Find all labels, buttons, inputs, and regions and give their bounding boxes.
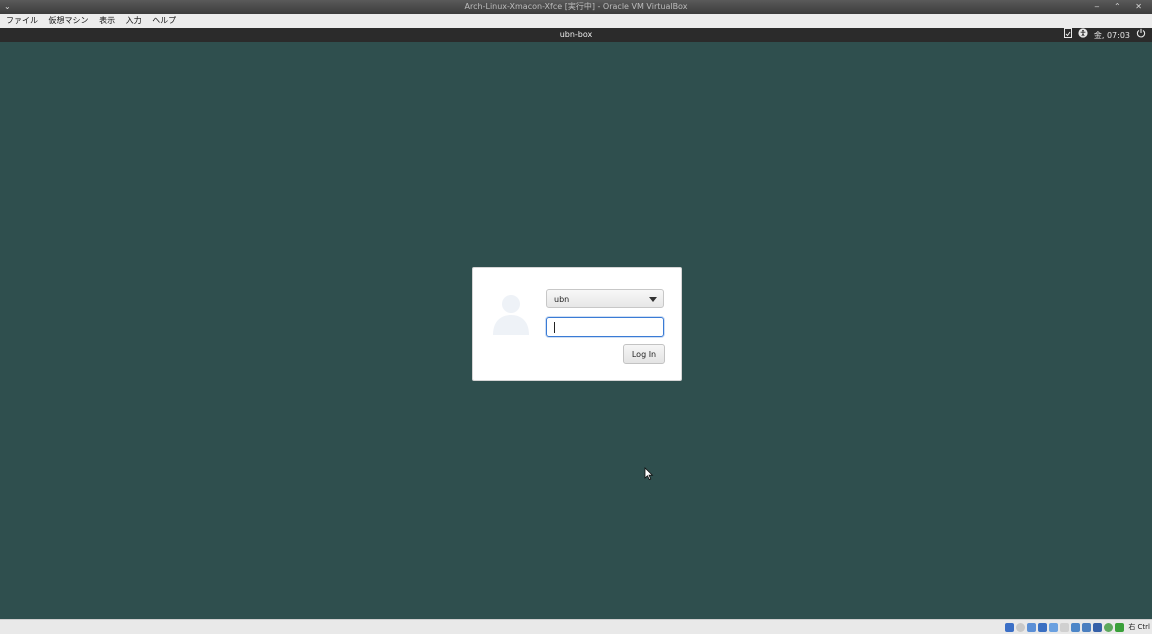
video-capture-icon[interactable] (1082, 622, 1092, 632)
vbox-menubar: ファイル 仮想マシン 表示 入力 ヘルプ (0, 14, 1152, 29)
window-titlebar: ⌄ Arch-Linux-Xmacon-Xfce [実行中] - Oracle … (0, 0, 1152, 14)
mouse-integration-icon[interactable] (1115, 622, 1125, 632)
shared-folders-icon[interactable] (1060, 622, 1070, 632)
login-dialog: ubn Log In (472, 267, 682, 381)
audio-icon[interactable] (1027, 622, 1037, 632)
vbox-statusbar: 右 Ctrl (0, 619, 1152, 634)
menu-view[interactable]: 表示 (99, 14, 115, 28)
accessibility-icon[interactable] (1078, 28, 1088, 43)
display-icon[interactable] (1071, 622, 1081, 632)
session-icon[interactable] (1063, 28, 1072, 43)
guest-additions-icon[interactable] (1104, 622, 1114, 632)
user-avatar-icon (493, 293, 529, 335)
mouse-pointer-icon (644, 466, 654, 481)
menu-input[interactable]: 入力 (126, 14, 142, 28)
login-button[interactable]: Log In (623, 344, 665, 364)
window-title: Arch-Linux-Xmacon-Xfce [実行中] - Oracle VM… (464, 2, 688, 11)
power-icon[interactable] (1136, 28, 1146, 43)
password-field[interactable] (546, 317, 664, 337)
selected-username: ubn (554, 295, 570, 304)
usb-icon[interactable] (1049, 622, 1059, 632)
menu-file[interactable]: ファイル (6, 14, 38, 28)
user-selector[interactable]: ubn (546, 289, 664, 308)
optical-drive-icon[interactable] (1016, 622, 1026, 632)
indicator-area: 金, 07:03 (1063, 28, 1146, 43)
menu-help[interactable]: ヘルプ (152, 14, 176, 28)
window-controls[interactable]: ‒ ⌃ ✕ (1094, 0, 1148, 14)
host-key-label: 右 Ctrl (1128, 623, 1150, 631)
greeter-topbar: ubn-box 金, 07:03 (0, 28, 1152, 42)
status-icons: 右 Ctrl (1005, 622, 1150, 632)
clock[interactable]: 金, 07:03 (1094, 29, 1130, 43)
hard-disk-icon[interactable] (1005, 622, 1015, 632)
chevron-down-icon (649, 297, 657, 302)
network-icon[interactable] (1038, 622, 1048, 632)
text-cursor (554, 322, 555, 333)
cpu-icon[interactable] (1093, 622, 1103, 632)
menu-machine[interactable]: 仮想マシン (49, 14, 89, 28)
hostname-label: ubn-box (559, 30, 593, 39)
